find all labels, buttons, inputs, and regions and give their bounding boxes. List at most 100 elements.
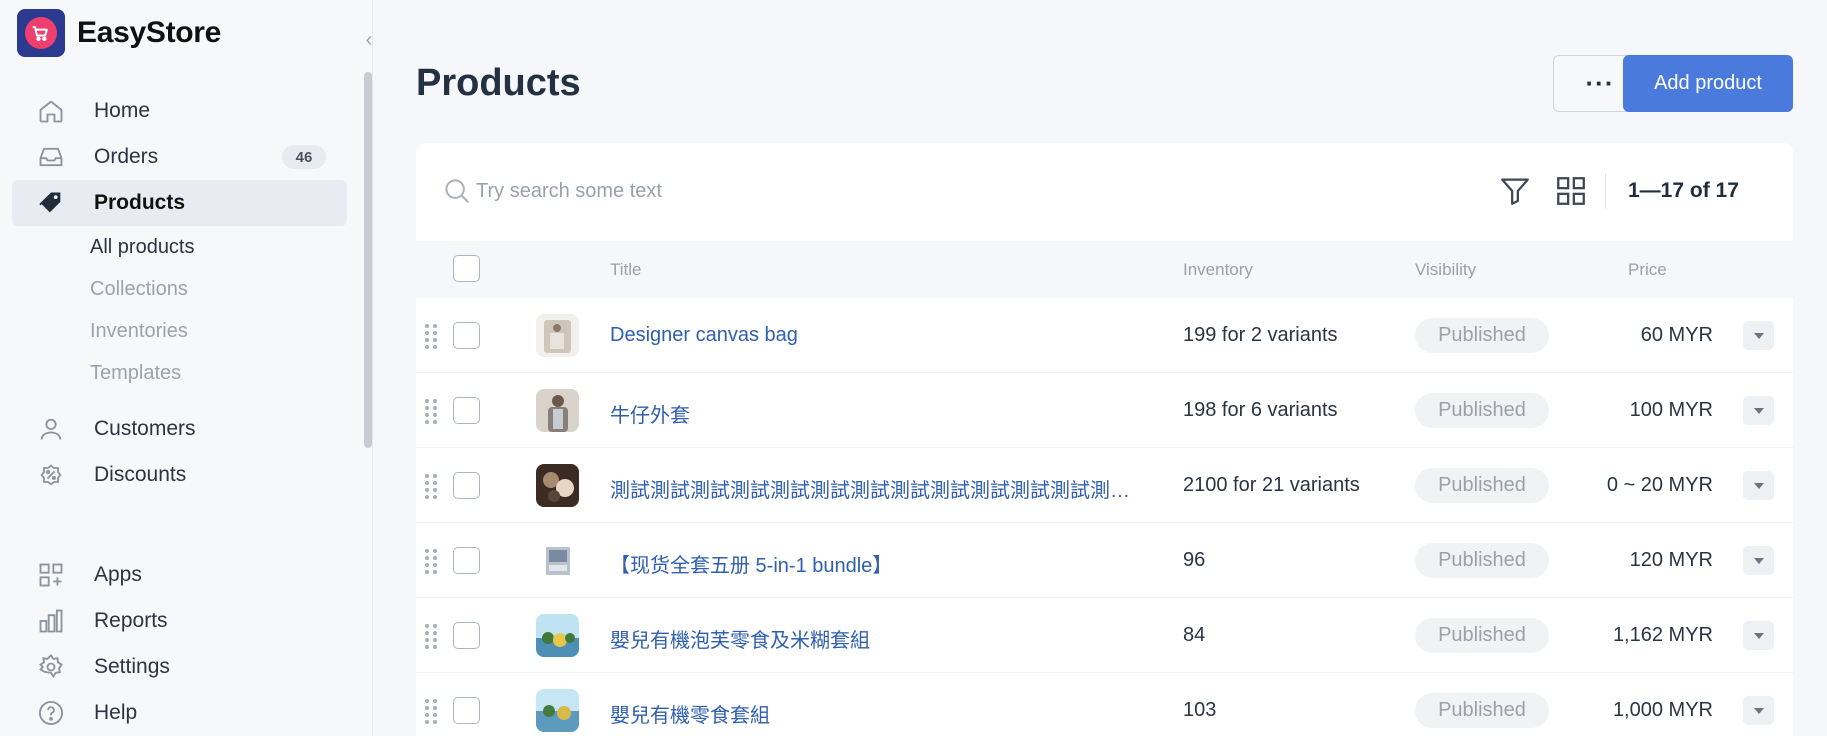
- shopping-cart-icon: [25, 17, 57, 49]
- drag-handle-icon[interactable]: [423, 697, 439, 725]
- tag-icon: [36, 188, 66, 218]
- sidebar-item-home[interactable]: Home: [12, 88, 347, 134]
- table-row[interactable]: 牛仔外套 198 for 6 variants Published 100 MY…: [416, 373, 1793, 448]
- products-card: 1—17 of 17 Title Inventory Visibility Pr…: [416, 143, 1793, 736]
- table-row[interactable]: Designer canvas bag 199 for 2 variants P…: [416, 298, 1793, 373]
- sidebar-item-apps[interactable]: Apps: [12, 552, 347, 598]
- row-actions-button[interactable]: [1743, 546, 1774, 575]
- visibility-status-badge: Published: [1415, 468, 1549, 503]
- caret-down-icon: [1753, 627, 1765, 645]
- caret-down-icon: [1753, 402, 1765, 420]
- grid-view-icon[interactable]: [1554, 173, 1588, 209]
- inventory-cell: 96: [1183, 549, 1206, 571]
- price-cell: 0 ~ 20 MYR: [1606, 474, 1713, 496]
- sidebar-item-products[interactable]: Products: [12, 180, 347, 226]
- row-checkbox[interactable]: [453, 547, 480, 574]
- sidebar-subitem-templates[interactable]: Templates: [12, 352, 347, 394]
- table-row[interactable]: 嬰兒有機零食套組 103 Published 1,000 MYR: [416, 673, 1793, 736]
- row-checkbox[interactable]: [453, 697, 480, 724]
- sidebar-item-settings[interactable]: Settings: [12, 644, 347, 690]
- product-thumbnail: [536, 464, 579, 507]
- row-checkbox[interactable]: [453, 322, 480, 349]
- sidebar-item-label: Apps: [94, 563, 142, 586]
- column-header-visibility[interactable]: Visibility: [1415, 260, 1476, 280]
- chevron-left-icon: ‹: [365, 28, 373, 51]
- drag-handle-icon[interactable]: [423, 397, 439, 425]
- orders-count-badge: 46: [282, 145, 326, 169]
- add-product-button[interactable]: Add product: [1623, 55, 1793, 112]
- sidebar-item-label: Help: [94, 701, 138, 724]
- product-title-link[interactable]: 嬰兒有機零食套組: [610, 699, 1140, 728]
- visibility-status-badge: Published: [1415, 693, 1549, 728]
- product-title-link[interactable]: 測試測試測試測試測試測試測試測試測試測試測試測試測試測試測試測試測試測試: [610, 474, 1140, 503]
- inventory-cell: 199 for 2 variants: [1183, 324, 1338, 346]
- row-checkbox[interactable]: [453, 397, 480, 424]
- sidebar-nav: Home Orders 46 Products All products Col…: [12, 88, 347, 736]
- sidebar-item-label: Reports: [94, 609, 168, 632]
- search-input[interactable]: [476, 173, 1076, 209]
- discount-icon: [36, 460, 66, 490]
- sidebar-item-orders[interactable]: Orders 46: [12, 134, 347, 180]
- product-title-link[interactable]: 【现货全套五册 5-in-1 bundle】: [610, 549, 1140, 578]
- sidebar-item-label: Discounts: [94, 463, 187, 486]
- product-title-link[interactable]: 嬰兒有機泡芙零食及米糊套組: [610, 624, 1140, 653]
- inventory-cell: 103: [1183, 699, 1217, 721]
- sidebar-subitem-collections[interactable]: Collections: [12, 268, 347, 310]
- product-thumbnail: [536, 614, 579, 657]
- drag-handle-icon[interactable]: [423, 472, 439, 500]
- sidebar-scrollbar[interactable]: [364, 72, 372, 448]
- inbox-icon: [36, 142, 66, 172]
- drag-handle-icon[interactable]: [423, 322, 439, 350]
- visibility-status-badge: Published: [1415, 543, 1549, 578]
- page-title: Products: [416, 62, 581, 104]
- apps-icon: [36, 560, 66, 590]
- filter-icon[interactable]: [1498, 173, 1532, 209]
- inventory-cell: 198 for 6 variants: [1183, 399, 1338, 421]
- pagination-info: 1—17 of 17: [1628, 179, 1739, 202]
- product-thumbnail: [536, 539, 579, 582]
- sidebar-item-label: Home: [94, 99, 151, 122]
- row-checkbox[interactable]: [453, 472, 480, 499]
- caret-down-icon: [1753, 552, 1765, 570]
- visibility-status-badge: Published: [1415, 393, 1549, 428]
- table-row[interactable]: 測試測試測試測試測試測試測試測試測試測試測試測試測試測試測試測試測試測試 210…: [416, 448, 1793, 523]
- gear-icon: [36, 652, 66, 682]
- sidebar-item-label: Products: [94, 191, 186, 214]
- row-actions-button[interactable]: [1743, 321, 1774, 350]
- column-header-title[interactable]: Title: [610, 260, 642, 280]
- sidebar-item-customers[interactable]: Customers: [12, 406, 347, 452]
- price-cell: 60 MYR: [1640, 324, 1713, 346]
- help-icon: [36, 698, 66, 728]
- sidebar-item-help[interactable]: Help: [12, 690, 347, 736]
- caret-down-icon: [1753, 327, 1765, 345]
- row-actions-button[interactable]: [1743, 696, 1774, 725]
- column-header-price[interactable]: Price: [1628, 260, 1667, 280]
- product-title-link[interactable]: Designer canvas bag: [610, 324, 1140, 347]
- sidebar-subitem-inventories[interactable]: Inventories: [12, 310, 347, 352]
- column-header-inventory[interactable]: Inventory: [1183, 260, 1253, 280]
- row-actions-button[interactable]: [1743, 621, 1774, 650]
- sidebar-item-discounts[interactable]: Discounts: [12, 452, 347, 498]
- brand-logo: [17, 9, 65, 57]
- user-icon: [36, 414, 66, 444]
- row-checkbox[interactable]: [453, 622, 480, 649]
- price-cell: 1,162 MYR: [1612, 624, 1713, 646]
- toolbar-divider: [1605, 173, 1606, 209]
- select-all-checkbox[interactable]: [453, 255, 480, 282]
- visibility-status-badge: Published: [1415, 618, 1549, 653]
- caret-down-icon: [1753, 702, 1765, 720]
- sidebar-subitem-all-products[interactable]: All products: [12, 226, 347, 268]
- table-row[interactable]: 【现货全套五册 5-in-1 bundle】 96 Published 120 …: [416, 523, 1793, 598]
- brand[interactable]: EasyStore: [17, 9, 221, 57]
- sidebar-item-reports[interactable]: Reports: [12, 598, 347, 644]
- price-cell: 120 MYR: [1629, 549, 1713, 571]
- inventory-cell: 2100 for 21 variants: [1183, 474, 1360, 496]
- reports-icon: [36, 606, 66, 636]
- drag-handle-icon[interactable]: [423, 622, 439, 650]
- price-cell: 100 MYR: [1629, 399, 1713, 421]
- row-actions-button[interactable]: [1743, 471, 1774, 500]
- product-title-link[interactable]: 牛仔外套: [610, 399, 1140, 428]
- table-row[interactable]: 嬰兒有機泡芙零食及米糊套組 84 Published 1,162 MYR: [416, 598, 1793, 673]
- row-actions-button[interactable]: [1743, 396, 1774, 425]
- drag-handle-icon[interactable]: [423, 547, 439, 575]
